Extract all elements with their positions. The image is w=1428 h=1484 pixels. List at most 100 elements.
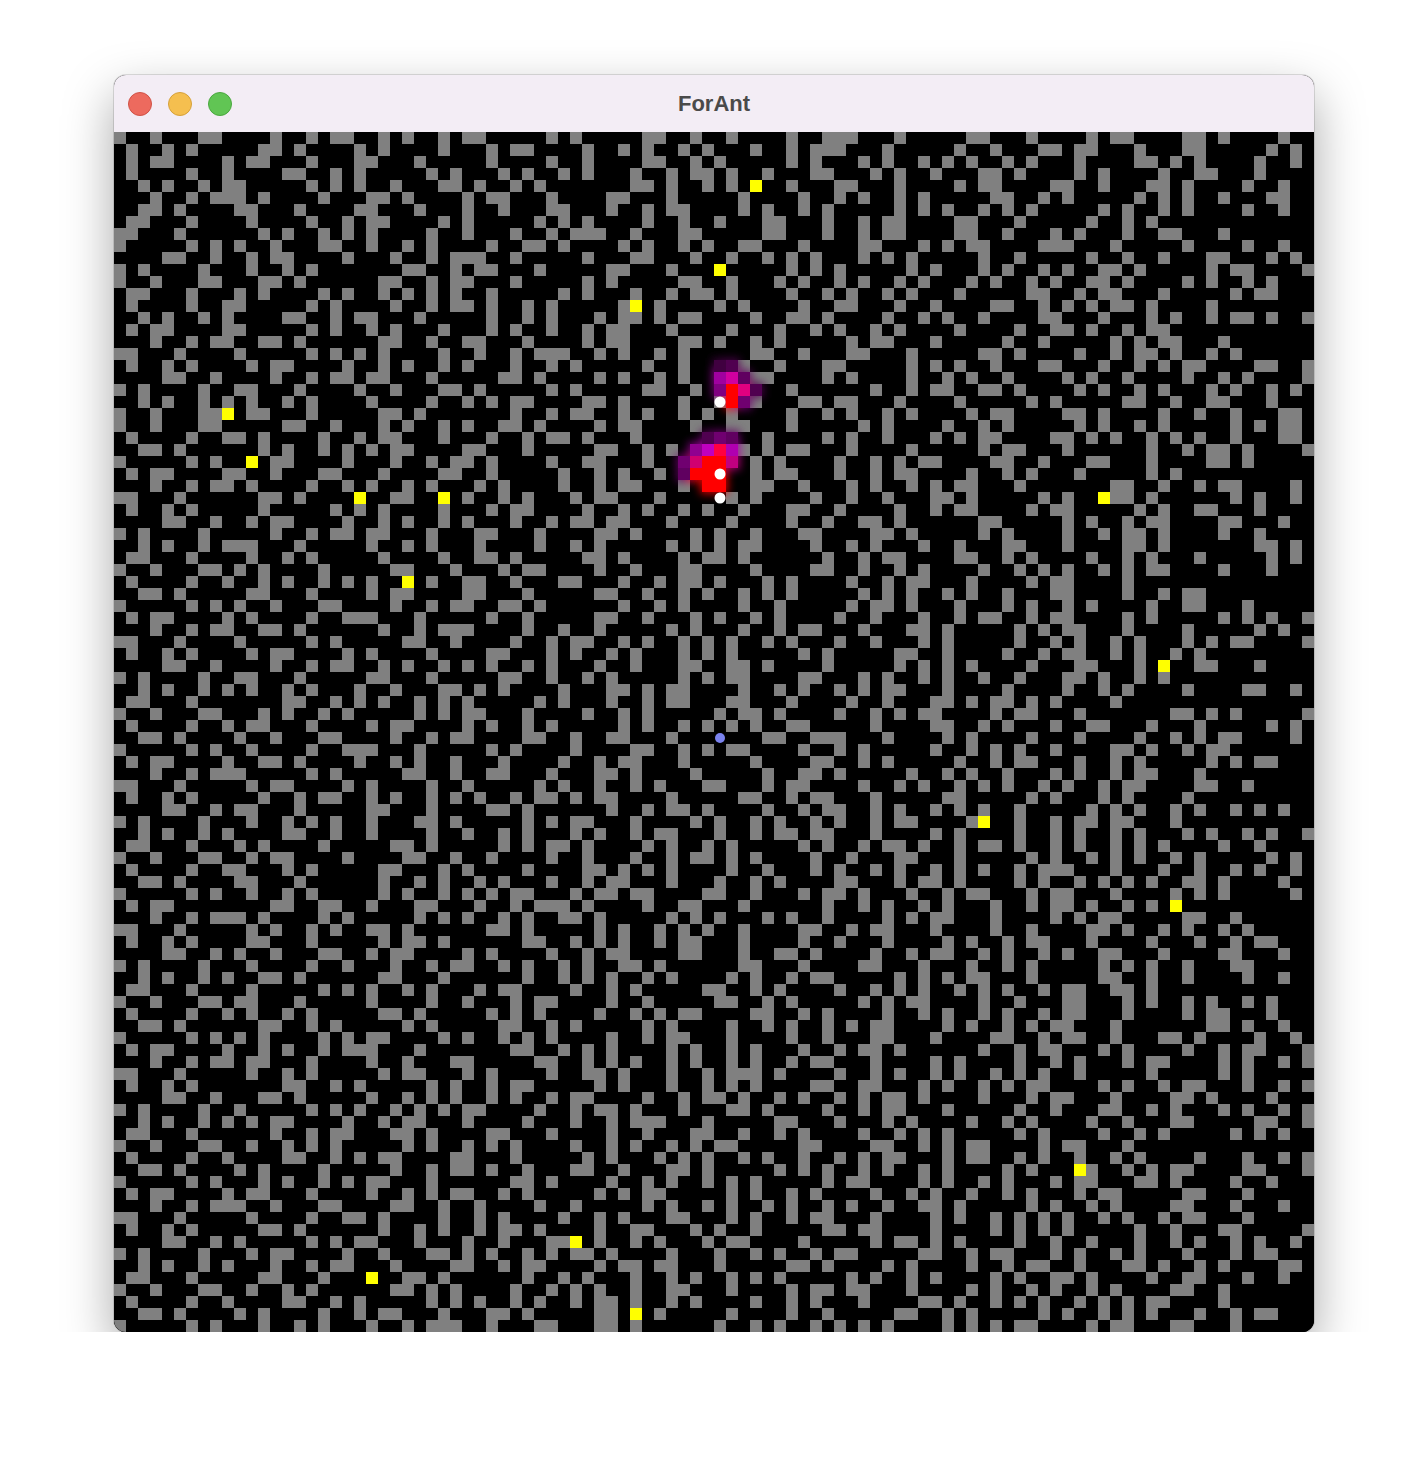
wall-cell — [774, 624, 786, 636]
wall-cell — [894, 276, 906, 288]
wall-cell — [738, 588, 750, 600]
wall-cell — [330, 768, 342, 780]
wall-cell — [834, 612, 846, 624]
close-button[interactable] — [128, 92, 152, 116]
wall-cell — [402, 636, 414, 648]
wall-cell — [978, 804, 990, 816]
wall-cell — [954, 804, 966, 816]
wall-cell — [1134, 192, 1146, 204]
wall-cell — [330, 660, 342, 672]
wall-cell — [906, 576, 918, 588]
wall-cell — [1146, 552, 1158, 564]
wall-cell — [630, 420, 642, 432]
wall-cell — [654, 156, 666, 168]
wall-cell — [1134, 156, 1146, 168]
wall-cell — [282, 816, 294, 828]
wall-cell — [402, 420, 414, 432]
wall-cell — [1122, 588, 1134, 600]
wall-cell — [1074, 624, 1086, 636]
wall-cell — [810, 156, 822, 168]
wall-cell — [726, 696, 738, 708]
wall-cell — [222, 756, 234, 768]
wall-cell — [1254, 528, 1266, 540]
wall-cell — [306, 264, 318, 276]
wall-cell — [510, 552, 522, 564]
wall-cell — [762, 252, 774, 264]
wall-cell — [978, 348, 990, 360]
wall-cell — [222, 324, 234, 336]
wall-cell — [258, 144, 270, 156]
wall-cell — [210, 336, 222, 348]
wall-cell — [846, 576, 858, 588]
zoom-button[interactable] — [208, 92, 232, 116]
grid-row — [126, 552, 1302, 564]
wall-cell — [1242, 204, 1254, 216]
wall-cell — [450, 732, 462, 744]
wall-cell — [690, 528, 702, 540]
wall-cell — [642, 132, 654, 144]
wall-cell — [642, 144, 654, 156]
wall-cell — [1290, 144, 1302, 156]
simulation-canvas[interactable] — [114, 132, 1314, 1332]
wall-cell — [270, 528, 282, 540]
wall-cell — [1194, 552, 1206, 564]
minimize-button[interactable] — [168, 92, 192, 116]
wall-cell — [642, 684, 654, 696]
title-bar[interactable]: ForAnt — [114, 75, 1314, 132]
wall-cell — [990, 360, 1002, 372]
wall-cell — [774, 732, 786, 744]
wall-cell — [786, 636, 798, 648]
wall-cell — [282, 828, 294, 840]
wall-cell — [234, 600, 246, 612]
wall-cell — [654, 132, 666, 144]
wall-cell — [630, 660, 642, 672]
wall-cell — [1074, 228, 1086, 240]
wall-cell — [702, 636, 714, 648]
wall-cell — [1230, 348, 1242, 360]
wall-cell — [1146, 720, 1158, 732]
wall-cell — [246, 384, 258, 396]
wall-cell — [1086, 720, 1098, 732]
grid-row — [114, 276, 1278, 288]
wall-cell — [582, 552, 594, 564]
wall-cell — [546, 816, 558, 828]
wall-cell — [1014, 744, 1026, 756]
wall-cell — [246, 516, 258, 528]
wall-cell — [258, 756, 270, 768]
wall-cell — [222, 768, 234, 780]
wall-cell — [642, 744, 654, 756]
wall-cell — [186, 456, 198, 468]
wall-cell — [450, 468, 462, 480]
wall-cell — [786, 156, 798, 168]
wall-cell — [1038, 144, 1050, 156]
wall-cell — [1002, 648, 1014, 660]
wall-cell — [438, 708, 450, 720]
wall-cell — [642, 444, 654, 456]
wall-cell — [402, 516, 414, 528]
wall-cell — [894, 708, 906, 720]
wall-cell — [618, 504, 630, 516]
wall-cell — [1290, 408, 1302, 420]
wall-cell — [594, 588, 606, 600]
wall-cell — [990, 144, 1002, 156]
wall-cell — [366, 792, 378, 804]
wall-cell — [318, 708, 330, 720]
wall-cell — [1254, 684, 1266, 696]
wall-cell — [810, 792, 822, 804]
wall-cell — [1122, 684, 1134, 696]
board[interactable] — [114, 132, 1314, 1332]
wall-cell — [606, 444, 618, 456]
wall-cell — [666, 324, 678, 336]
wall-cell — [1242, 312, 1254, 324]
wall-cell — [366, 672, 378, 684]
wall-cell — [678, 456, 690, 468]
wall-cell — [330, 732, 342, 744]
wall-cell — [606, 684, 618, 696]
grid-row — [138, 588, 1206, 600]
wall-cell — [222, 540, 234, 552]
wall-cell — [702, 432, 714, 444]
wall-cell — [678, 600, 690, 612]
wall-cell — [606, 204, 618, 216]
wall-cell — [834, 144, 846, 156]
wall-cell — [618, 732, 630, 744]
